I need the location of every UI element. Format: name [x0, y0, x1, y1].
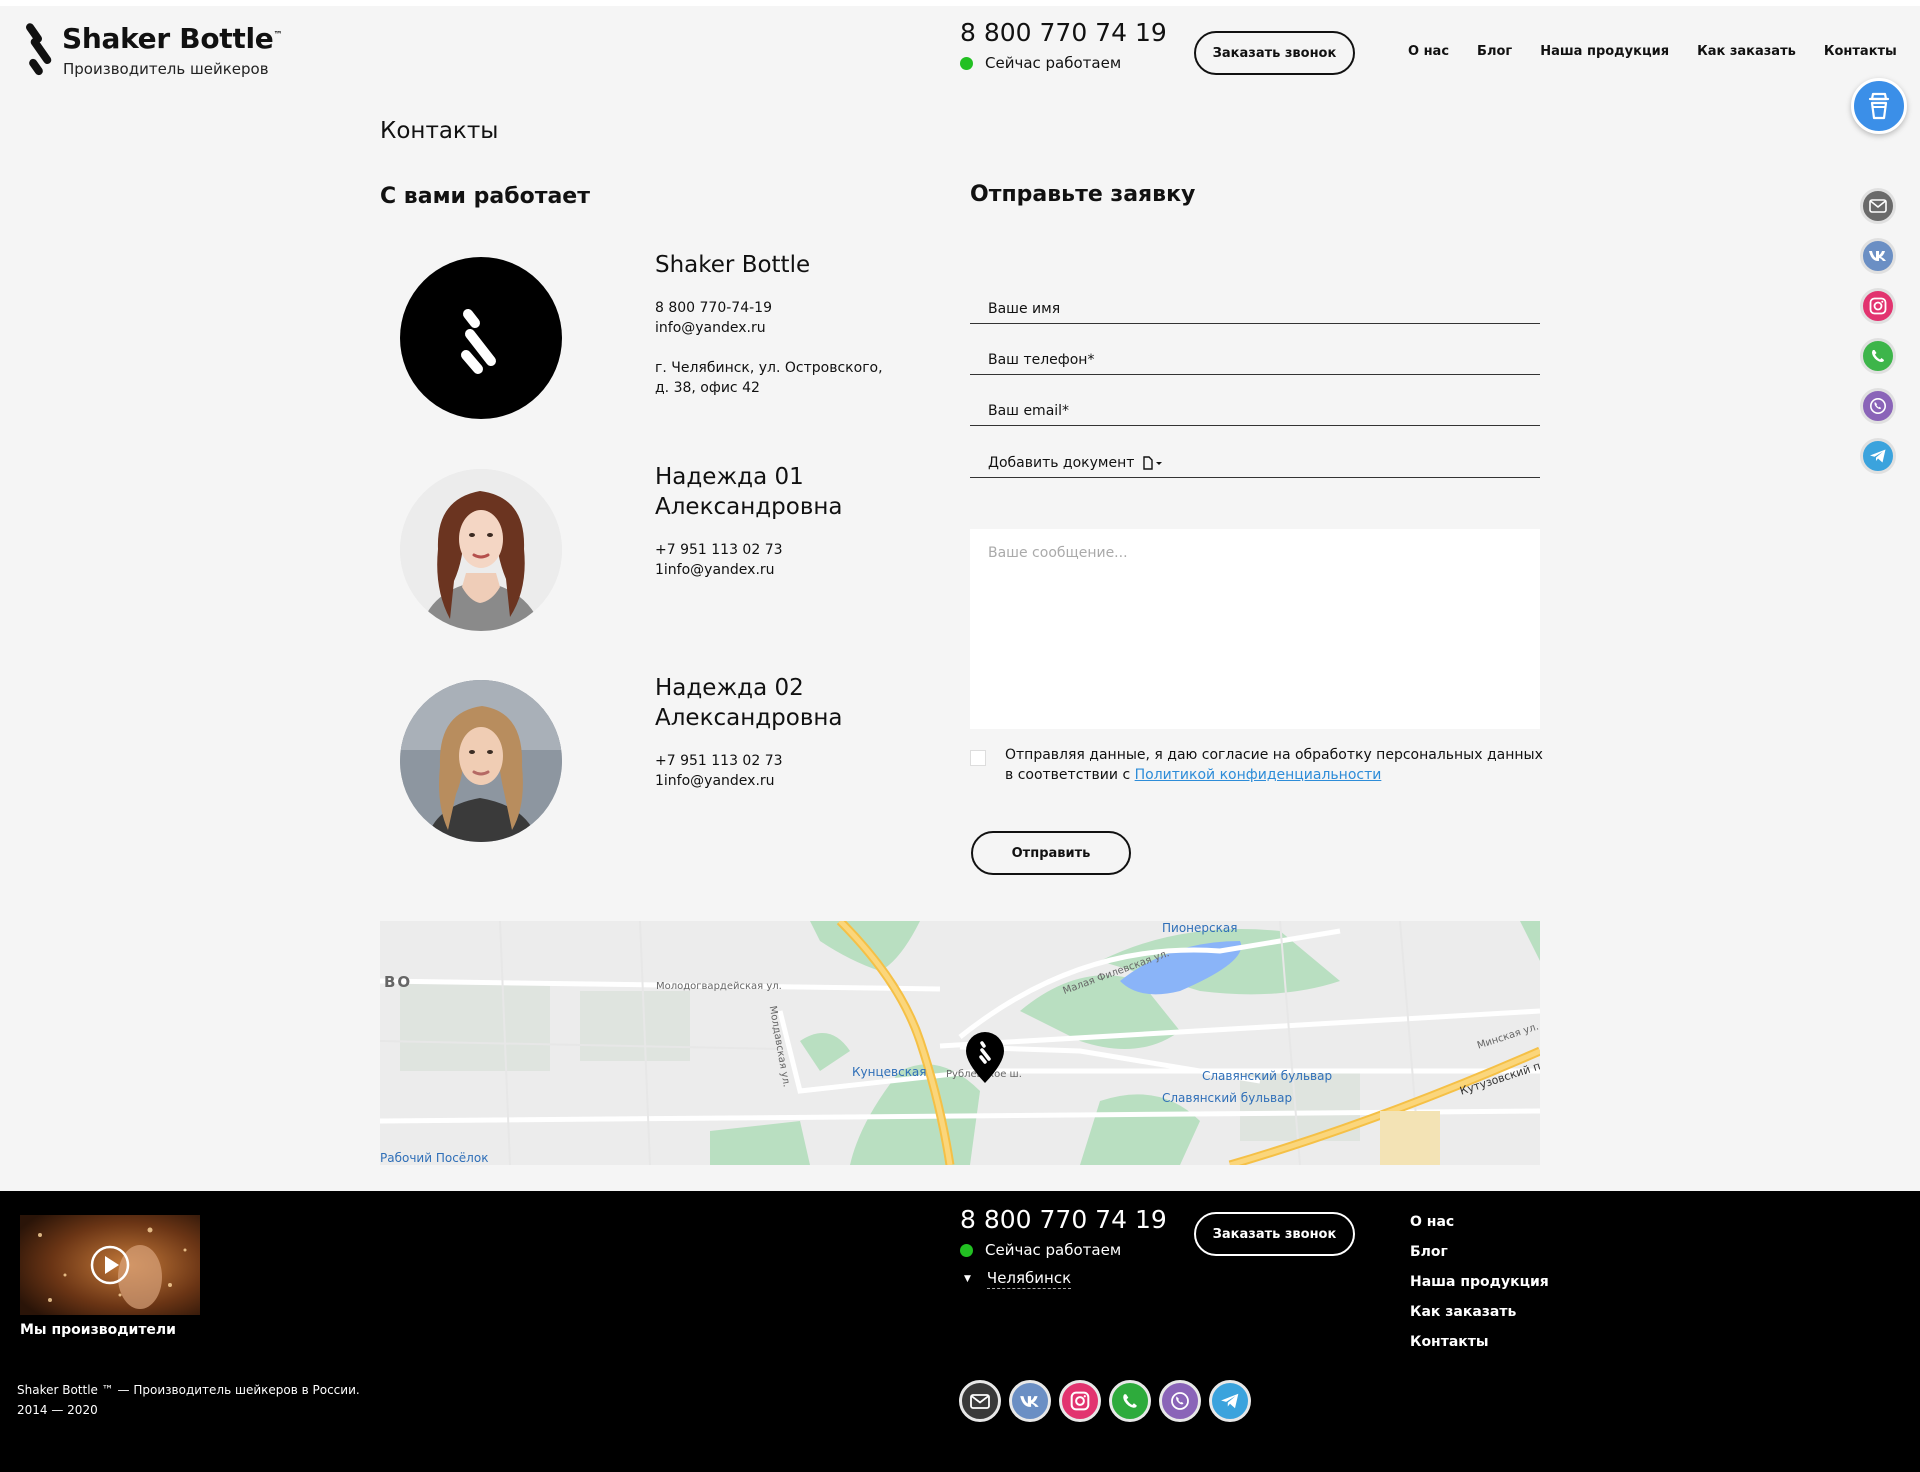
document-upload-field[interactable]: Добавить документ	[970, 438, 1540, 478]
form-heading: Отправьте заявку	[970, 182, 1196, 207]
logo-mark-icon	[461, 309, 496, 374]
message-textarea[interactable]: Ваше сообщение...	[970, 529, 1540, 729]
contact-name: Надежда 01 Александровна	[655, 464, 843, 520]
footer-whatsapp-button[interactable]	[1109, 1380, 1151, 1422]
status-dot-icon	[960, 56, 973, 70]
map[interactable]: Пионерская Молодогвардейская ул. Малая Ф…	[380, 921, 1540, 1165]
side-whatsapp-button[interactable]	[1860, 338, 1896, 374]
map-label: Славянский бульвар	[1162, 1091, 1293, 1105]
copyright: Shaker Bottle ™ — Производитель шейкеров…	[17, 1383, 360, 1417]
telegram-icon	[1221, 1393, 1239, 1409]
footer-status: Сейчас работаем	[960, 1241, 1121, 1259]
viber-icon	[1171, 1392, 1189, 1410]
footer-vk-button[interactable]	[1009, 1380, 1051, 1422]
footer-nav-blog[interactable]: Блог	[1410, 1237, 1549, 1267]
logo-mark-icon	[20, 21, 56, 77]
instagram-icon	[1070, 1391, 1090, 1411]
document-icon	[1143, 456, 1163, 470]
whatsapp-icon	[1872, 350, 1884, 362]
side-vk-button[interactable]	[1860, 238, 1896, 274]
consent-text: Отправляя данные, я даю согласие на обра…	[1005, 747, 1543, 783]
footer-instagram-button[interactable]	[1059, 1380, 1101, 1422]
contact-phone[interactable]: +7 951 113 02 73	[655, 540, 783, 560]
logo-subtitle: Производитель шейкеров	[63, 60, 269, 78]
instagram-icon	[1869, 297, 1887, 315]
city-selector[interactable]: ▼ Челябинск	[960, 1269, 1072, 1289]
footer-phone[interactable]: 8 800 770 74 19	[960, 1205, 1167, 1234]
vk-icon	[1020, 1395, 1039, 1407]
nav-item-how-to-order[interactable]: Как заказать	[1697, 44, 1796, 59]
nav-item-products[interactable]: Наша продукция	[1540, 44, 1669, 59]
contact-email[interactable]: 1info@yandex.ru	[655, 560, 775, 580]
footer-viber-button[interactable]	[1159, 1380, 1201, 1422]
page-title: Контакты	[380, 118, 499, 144]
nav-item-contacts[interactable]: Контакты	[1824, 44, 1897, 59]
header-callback-button[interactable]: Заказать звонок	[1194, 31, 1355, 75]
side-telegram-button[interactable]	[1860, 438, 1896, 474]
phone-field[interactable]: Ваш телефон*	[970, 335, 1540, 375]
mail-icon	[970, 1393, 990, 1409]
contact-email[interactable]: info@yandex.ru	[655, 318, 766, 338]
contact-photo	[400, 680, 562, 842]
company-avatar	[400, 257, 562, 419]
footer-callback-button[interactable]: Заказать звонок	[1194, 1212, 1355, 1256]
contact-address-line2: д. 38, офис 42	[655, 380, 760, 396]
footer-nav-contacts[interactable]: Контакты	[1410, 1327, 1549, 1357]
contacts-heading: С вами работает	[380, 184, 590, 209]
footer-nav: О нас Блог Наша продукция Как заказать К…	[1410, 1207, 1549, 1357]
person-photo-icon	[400, 469, 562, 631]
map-label: Рабочий Посёлок	[380, 1151, 489, 1165]
footer-nav-products[interactable]: Наша продукция	[1410, 1267, 1549, 1297]
nav-item-blog[interactable]: Блог	[1477, 44, 1512, 59]
map-label: Пионерская	[1162, 921, 1238, 935]
consent-checkbox[interactable]	[970, 750, 986, 766]
map-label: Кунцевская	[852, 1065, 927, 1079]
cart-button[interactable]	[1851, 78, 1907, 134]
contact-email[interactable]: 1info@yandex.ru	[655, 771, 775, 791]
map-pin-icon[interactable]	[964, 1031, 1006, 1085]
side-instagram-button[interactable]	[1860, 288, 1896, 324]
contact-phone[interactable]: 8 800 770-74-19	[655, 298, 772, 318]
header-status: Сейчас работаем	[960, 54, 1121, 72]
contact-name: Shaker Bottle	[655, 252, 811, 278]
contact-name: Надежда 02 Александровна	[655, 675, 843, 731]
contact-phone[interactable]: +7 951 113 02 73	[655, 751, 783, 771]
map-label: Молодогвардейская ул.	[656, 981, 782, 992]
mail-icon	[1869, 199, 1887, 213]
contact-photo	[400, 469, 562, 631]
footer: Мы производители Shaker Bottle ™ — Произ…	[0, 1191, 1920, 1472]
vk-icon	[1869, 251, 1886, 261]
viber-icon	[1870, 398, 1886, 414]
logo-title: Shaker Bottle™	[62, 22, 283, 55]
video-thumbnail[interactable]	[20, 1215, 200, 1315]
nav-item-about[interactable]: О нас	[1408, 44, 1449, 59]
header-phone[interactable]: 8 800 770 74 19	[960, 18, 1167, 47]
logo[interactable]: Shaker Bottle™ Производитель шейкеров	[20, 21, 282, 78]
telegram-icon	[1870, 449, 1886, 463]
header-nav: О нас Блог Наша продукция Как заказать К…	[1408, 44, 1897, 59]
person-photo-icon	[400, 680, 562, 842]
map-label: Славянский бульвар	[1202, 1069, 1333, 1083]
map-tiles	[380, 921, 1540, 1165]
footer-telegram-button[interactable]	[1209, 1380, 1251, 1422]
footer-mail-button[interactable]	[959, 1380, 1001, 1422]
submit-button[interactable]: Отправить	[971, 831, 1131, 875]
map-label: ВО	[384, 973, 413, 991]
side-mail-button[interactable]	[1860, 188, 1896, 224]
footer-nav-how-to-order[interactable]: Как заказать	[1410, 1297, 1549, 1327]
caret-down-icon: ▼	[964, 1274, 971, 1284]
video-preview-image	[20, 1215, 200, 1315]
contact-address-line1: г. Челябинск, ул. Островского,	[655, 360, 883, 376]
footer-nav-about[interactable]: О нас	[1410, 1207, 1549, 1237]
side-viber-button[interactable]	[1860, 388, 1896, 424]
video-caption: Мы производители	[20, 1322, 176, 1338]
whatsapp-icon	[1123, 1394, 1137, 1408]
name-field[interactable]: Ваше имя	[970, 284, 1540, 324]
status-dot-icon	[960, 1243, 973, 1257]
shaker-cup-icon	[1868, 92, 1890, 120]
privacy-policy-link[interactable]: Политикой конфиденциальности	[1135, 767, 1382, 783]
email-field[interactable]: Ваш email*	[970, 386, 1540, 426]
